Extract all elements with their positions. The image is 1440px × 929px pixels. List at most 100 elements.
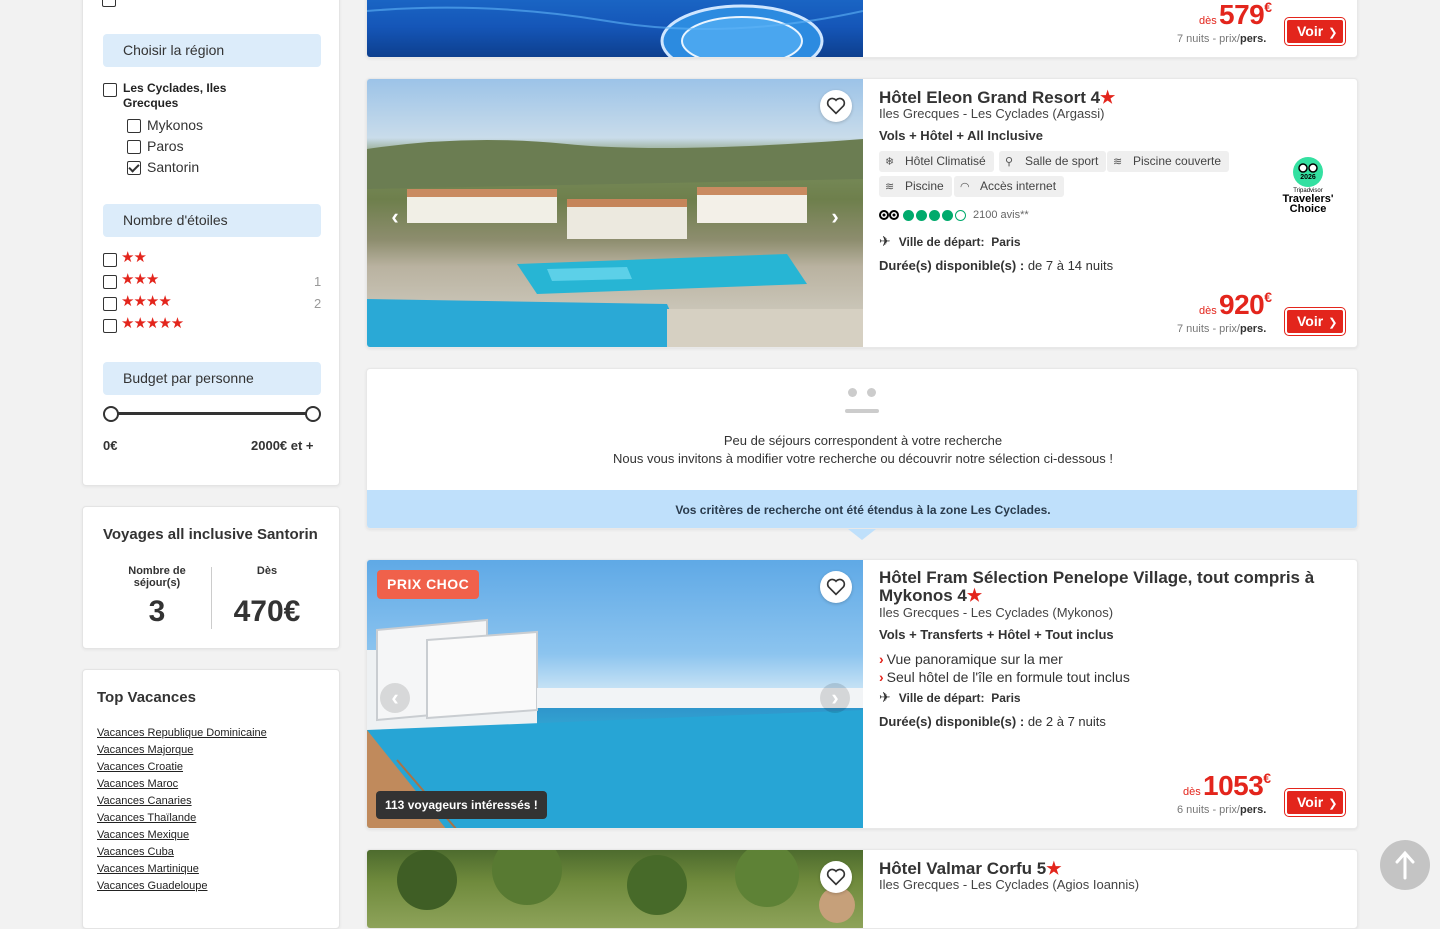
region-checkbox-santorin[interactable]: [127, 161, 141, 175]
top-link-cuba[interactable]: Vacances Cuba: [97, 846, 174, 858]
summary-title: Voyages all inclusive Santorin: [103, 526, 318, 543]
notice-pointer: [848, 529, 876, 540]
favorite-heart-icon[interactable]: [820, 571, 852, 603]
budget-filter-header[interactable]: Budget par personne: [103, 362, 321, 395]
region-label-paros: Paros: [147, 138, 184, 154]
top-link-maroc[interactable]: Vacances Maroc: [97, 778, 178, 790]
snowflake-icon: ❄: [885, 156, 895, 168]
tripadvisor-owl-icon: 2026: [1293, 157, 1323, 187]
pool-illustration: [367, 4, 863, 57]
extended-search-bar: Vos critères de recherche ont été étendu…: [367, 490, 1357, 528]
top-link-canaries[interactable]: Vacances Canaries: [97, 795, 192, 807]
budget-slider-max-handle[interactable]: [305, 406, 321, 422]
stars-checkbox-4[interactable]: [103, 297, 117, 311]
favorite-heart-icon[interactable]: [820, 90, 852, 122]
card1-voir-button[interactable]: Voir ❯: [1284, 307, 1346, 336]
top-link-republique-dominicaine[interactable]: Vacances Republique Dominicaine: [97, 727, 267, 739]
region-checkbox-mykonos[interactable]: [127, 119, 141, 133]
summary-panel: Voyages all inclusive Santorin Nombre de…: [82, 506, 340, 649]
prix-choc-tag: PRIX CHOC: [377, 570, 480, 599]
budget-min-label: 0€: [103, 438, 118, 453]
sad-face-icon: [845, 387, 881, 417]
card1-location: Iles Grecques - Les Cyclades (Argassi): [879, 106, 1105, 121]
notice-line-1: Peu de séjours correspondent à votre rec…: [723, 433, 1003, 448]
carousel-prev-icon[interactable]: ‹: [380, 202, 410, 232]
scroll-to-top-button[interactable]: [1380, 840, 1430, 890]
seaview-pool-illustration: [367, 618, 863, 828]
budget-slider-track[interactable]: [111, 412, 313, 415]
wifi-icon: ◠: [960, 181, 970, 193]
tripadvisor-rating[interactable]: 2100 avis**: [879, 209, 1029, 221]
card2-formula: Vols + Transferts + Hôtel + Tout inclus: [879, 627, 1114, 642]
card2-voir-button[interactable]: Voir ❯: [1284, 788, 1346, 817]
resort-illustration: [367, 139, 863, 347]
summary-count-value: 3: [148, 595, 166, 628]
summary-from-label: Dès: [256, 565, 278, 577]
stars-2: ★★: [121, 249, 147, 266]
carousel-next-icon[interactable]: ›: [820, 202, 850, 232]
top-link-martinique[interactable]: Vacances Martinique: [97, 863, 199, 875]
card1-duration: Durée(s) disponible(s) : de 7 à 14 nuits: [879, 258, 1114, 273]
budget-max-label: 2000€ et +: [251, 438, 314, 453]
top-link-mexique[interactable]: Vacances Mexique: [97, 829, 189, 841]
budget-slider-min-handle[interactable]: [103, 406, 119, 422]
card1-formula: Vols + Hôtel + All Inclusive: [879, 128, 1043, 143]
favorite-heart-icon[interactable]: [820, 861, 852, 893]
hotel-card-1: ‹ › Hôtel Eleon Grand Resort 4★ Iles Gre…: [366, 78, 1358, 348]
summary-count-label: Nombre de séjour(s): [128, 565, 186, 589]
card0-price: 579€: [1219, 0, 1272, 30]
region-group-checkbox[interactable]: [103, 83, 117, 97]
rating-bubbles: [903, 209, 966, 221]
card3-location: Iles Grecques - Les Cyclades (Agios Ioan…: [879, 877, 1140, 892]
stars-filter-header[interactable]: Nombre d'étoiles: [103, 204, 321, 237]
card1-des: dès: [1199, 305, 1217, 317]
card0-nights: 7 nuits - prix/pers.: [1177, 33, 1267, 45]
stars-5: ★★★★★: [121, 315, 184, 332]
top-link-croatie[interactable]: Vacances Croatie: [97, 761, 183, 773]
pool-icon: ≋: [1113, 156, 1123, 168]
carousel-next-icon[interactable]: ›: [820, 683, 850, 713]
amenity-piscine: ≋ Piscine: [879, 176, 952, 197]
region-checkbox-paros[interactable]: [127, 140, 141, 154]
arrow-up-icon: [1395, 850, 1415, 880]
card0-voir-button[interactable]: Voir ❯: [1284, 17, 1346, 46]
plane-icon: ✈: [879, 233, 891, 249]
extended-search-text: Vos critères de recherche ont été étendu…: [675, 503, 1051, 517]
card0-des: dès: [1199, 15, 1217, 27]
results-notice: Peu de séjours correspondent à votre rec…: [366, 368, 1358, 529]
fitness-icon: ⚲: [1005, 156, 1014, 168]
region-label-mykonos: Mykonos: [147, 117, 204, 133]
top-link-guadeloupe[interactable]: Vacances Guadeloupe: [97, 880, 208, 892]
stars-checkbox-2[interactable]: [103, 253, 117, 267]
card2-price: 1053€: [1203, 769, 1271, 801]
hotel-photo-1[interactable]: [367, 79, 863, 347]
card1-departure: ✈ Ville de départ: Paris: [879, 233, 1021, 249]
stars-checkbox-5[interactable]: [103, 319, 117, 333]
partial-checkbox-row[interactable]: [102, 0, 116, 7]
notice-line-2: Nous vous invitons à modifier votre rech…: [612, 451, 1114, 466]
card2-hotel-name[interactable]: Hôtel Fram Sélection Penelope Village, t…: [879, 569, 1339, 605]
filters-panel: Choisir la région Les Cyclades, Iles Gre…: [82, 0, 340, 486]
stars-3: ★★★: [121, 271, 159, 288]
card1-hotel-name[interactable]: Hôtel Eleon Grand Resort 4★: [879, 88, 1115, 108]
region-filter-header[interactable]: Choisir la région: [103, 34, 321, 67]
hotel-photo-3[interactable]: [367, 850, 863, 928]
stars-checkbox-3[interactable]: [103, 275, 117, 289]
stars-count-3: 1: [314, 274, 322, 289]
amenity-sport: ⚲ Salle de sport: [999, 151, 1107, 172]
card2-selling-point-1: › Vue panoramique sur la mer: [879, 651, 1063, 667]
stars-4: ★★★★: [121, 293, 172, 310]
amenity-climatise: ❄ Hôtel Climatisé: [879, 151, 994, 172]
card3-hotel-name[interactable]: Hôtel Valmar Corfu 5★: [879, 859, 1061, 879]
hotel-photo-0[interactable]: [367, 0, 863, 57]
top-link-thailande[interactable]: Vacances Thaïlande: [97, 812, 196, 824]
pool-icon: ≋: [885, 181, 895, 193]
chevron-right-icon: ›: [879, 651, 884, 667]
hotel-photo-2[interactable]: [367, 560, 863, 828]
top-link-majorque[interactable]: Vacances Majorque: [97, 744, 193, 756]
carousel-prev-icon[interactable]: ‹: [380, 683, 410, 713]
hotel-card-3: Hôtel Valmar Corfu 5★ Iles Grecques - Le…: [366, 849, 1358, 929]
region-label-santorin: Santorin: [147, 159, 200, 175]
card2-des: dès: [1183, 786, 1201, 798]
travelers-choice-badge: 2026 Tripadvisor Travelers' Choice: [1277, 157, 1339, 215]
